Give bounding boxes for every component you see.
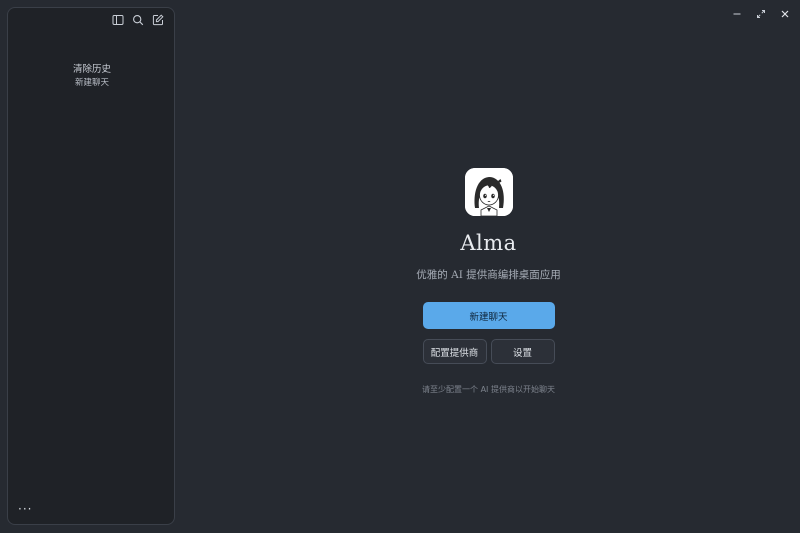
settings-button[interactable]: 设置 <box>490 339 555 364</box>
sidebar-new-chat-link[interactable]: 新建聊天 <box>75 77 109 89</box>
app-tagline: 优雅的 AI 提供商编排桌面应用 <box>416 269 561 281</box>
new-chat-button[interactable]: 新建聊天 <box>422 302 555 329</box>
app-title: Alma <box>460 231 517 255</box>
sidebar-toolbar <box>111 13 165 27</box>
app-logo <box>464 168 513 216</box>
compose-icon[interactable] <box>151 13 165 27</box>
main-content: Alma 优雅的 AI 提供商编排桌面应用 新建聊天 配置提供商 设置 请至少配… <box>177 0 800 533</box>
app-window: 清除历史 新建聊天 ··· Alma 优雅的 AI 提供商编排桌面应用 新建聊天… <box>0 0 800 533</box>
search-icon[interactable] <box>131 13 145 27</box>
sidebar-toggle-icon[interactable] <box>111 13 125 27</box>
clear-history-link[interactable]: 清除历史 <box>73 64 111 76</box>
anime-girl-logo-icon <box>464 168 513 216</box>
secondary-actions: 配置提供商 设置 <box>422 339 555 364</box>
more-options-button[interactable]: ··· <box>18 503 32 515</box>
sidebar-links: 清除历史 新建聊天 <box>8 64 176 89</box>
configure-provider-button[interactable]: 配置提供商 <box>422 339 487 364</box>
setup-hint: 请至少配置一个 AI 提供商以开始聊天 <box>422 385 555 394</box>
welcome-panel: Alma 优雅的 AI 提供商编排桌面应用 新建聊天 配置提供商 设置 请至少配… <box>177 168 800 395</box>
sidebar: 清除历史 新建聊天 ··· <box>7 7 175 525</box>
